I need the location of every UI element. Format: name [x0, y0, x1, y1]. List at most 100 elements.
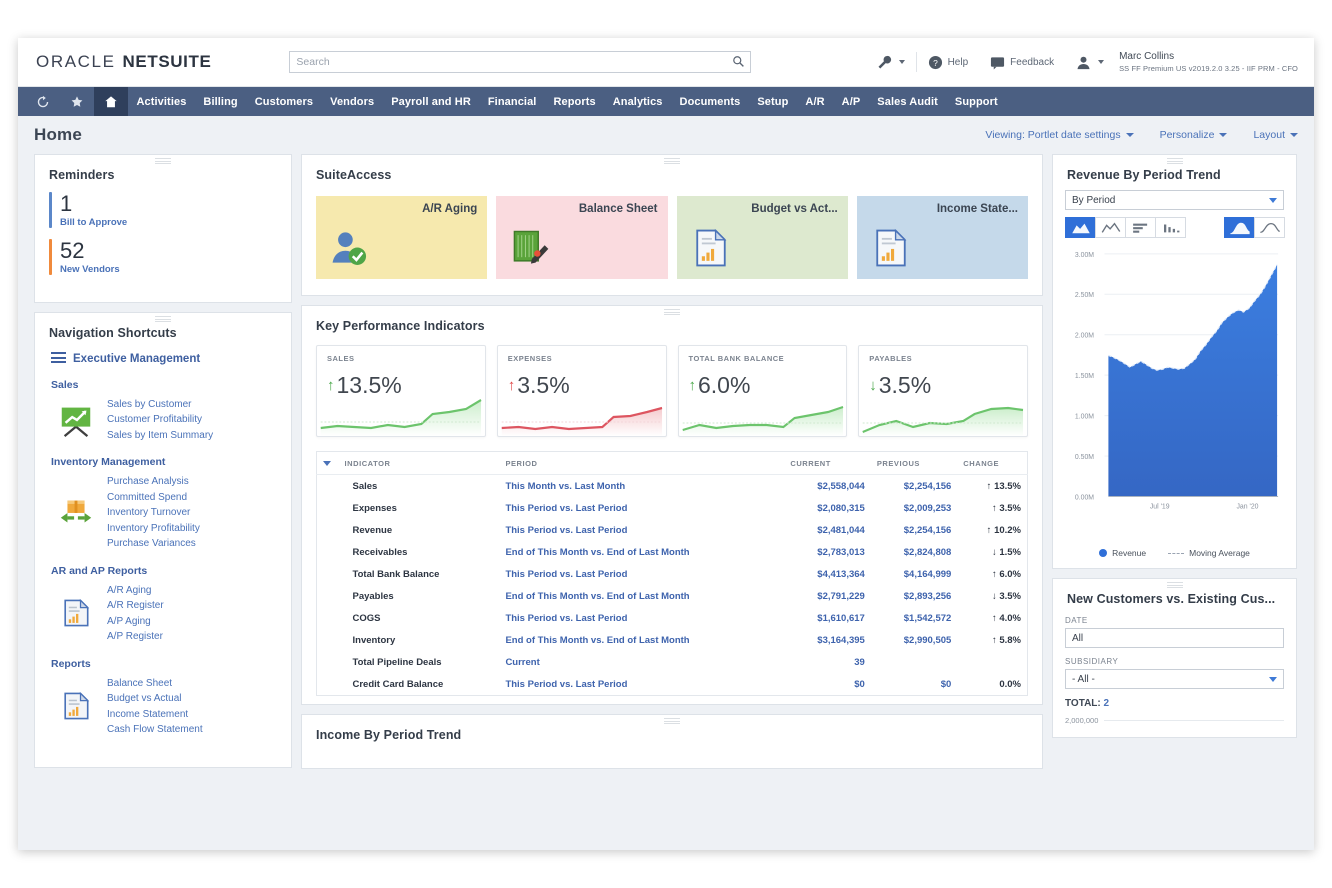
feedback-button[interactable]: Feedback — [979, 55, 1065, 70]
shortcut-link[interactable]: Balance Sheet — [107, 676, 203, 692]
layout-menu[interactable]: Layout — [1253, 129, 1298, 141]
executive-management-link[interactable]: Executive Management — [51, 352, 277, 366]
cell-period[interactable]: Current — [499, 651, 784, 673]
shortcut-link[interactable]: Cash Flow Statement — [107, 722, 203, 738]
cell-current[interactable]: 39 — [784, 651, 870, 673]
chart-type-horizontal-bar-button[interactable] — [1125, 217, 1156, 238]
cell-period[interactable]: End of This Month vs. End of Last Month — [499, 585, 784, 607]
shortcut-link[interactable]: Purchase Variances — [107, 536, 200, 552]
nav-item-documents[interactable]: Documents — [671, 87, 749, 116]
cell-period[interactable]: End of This Month vs. End of Last Month — [499, 629, 784, 651]
cell-period[interactable]: This Period vs. Last Period — [499, 563, 784, 585]
table-row[interactable]: Total Pipeline Deals Current 39 — [317, 651, 1028, 673]
quick-add-menu[interactable] — [866, 55, 916, 70]
chart-type-column-button[interactable] — [1155, 217, 1186, 238]
chart-style-outline-button[interactable] — [1254, 217, 1285, 238]
cell-current[interactable]: $2,481,044 — [784, 519, 870, 541]
column-period[interactable]: PERIOD — [499, 451, 785, 475]
user-menu[interactable] — [1065, 55, 1115, 70]
drag-handle-icon[interactable] — [1166, 582, 1183, 588]
reminder-item[interactable]: 52 New Vendors — [49, 239, 277, 276]
user-identity[interactable]: Marc Collins SS FF Premium US v2019.2.0 … — [1119, 51, 1298, 73]
shortcut-link[interactable]: Committed Spend — [107, 490, 200, 506]
nav-item-vendors[interactable]: Vendors — [322, 87, 383, 116]
table-row[interactable]: Receivables End of This Month vs. End of… — [317, 541, 1028, 563]
favorites-button[interactable] — [60, 87, 94, 116]
cell-previous[interactable]: $4,164,999 — [871, 563, 957, 585]
total-value[interactable]: 2 — [1104, 698, 1110, 709]
shortcut-link[interactable]: A/P Register — [107, 629, 164, 645]
cell-previous[interactable]: $1,542,572 — [871, 607, 957, 629]
cell-previous[interactable]: $2,254,156 — [871, 519, 957, 541]
home-button[interactable] — [94, 87, 128, 116]
shortcut-link[interactable]: A/R Register — [107, 598, 164, 614]
cell-period[interactable]: This Period vs. Last Period — [499, 673, 784, 696]
shortcut-link[interactable]: Customer Profitability — [107, 412, 213, 428]
reminder-label[interactable]: Bill to Approve — [60, 217, 127, 228]
drag-handle-icon[interactable] — [664, 158, 680, 164]
nav-item-analytics[interactable]: Analytics — [604, 87, 671, 116]
column-previous[interactable]: PREVIOUS — [870, 451, 958, 475]
subsidiary-field[interactable]: - All - — [1065, 669, 1284, 689]
nav-item-reports[interactable]: Reports — [545, 87, 604, 116]
cell-previous[interactable]: $2,893,256 — [871, 585, 957, 607]
cell-current[interactable]: $2,080,315 — [784, 497, 870, 519]
chart-type-area-button[interactable] — [1065, 217, 1096, 238]
table-row[interactable]: Sales This Month vs. Last Month $2,558,0… — [317, 475, 1028, 498]
viewing-portlet-date-settings-menu[interactable]: Viewing: Portlet date settings — [985, 129, 1134, 141]
nav-item-ar[interactable]: A/R — [797, 87, 833, 116]
nav-item-sales-audit[interactable]: Sales Audit — [869, 87, 947, 116]
legend-item-revenue[interactable]: Revenue — [1099, 548, 1146, 558]
cell-previous[interactable]: $2,009,253 — [871, 497, 957, 519]
cell-current[interactable]: $3,164,395 — [784, 629, 870, 651]
cell-current[interactable]: $0 — [784, 673, 870, 696]
cell-current[interactable]: $1,610,617 — [784, 607, 870, 629]
kpi-card-sales[interactable]: SALES ↑ 13.5% — [316, 345, 486, 437]
cell-current[interactable]: $4,413,364 — [784, 563, 870, 585]
kpi-card-payables[interactable]: PAYABLES ↓ 3.5% — [858, 345, 1028, 437]
shortcut-link[interactable]: Income Statement — [107, 707, 203, 723]
personalize-menu[interactable]: Personalize — [1160, 129, 1228, 141]
cell-previous[interactable]: $2,990,505 — [871, 629, 957, 651]
cell-period[interactable]: This Period vs. Last Period — [499, 519, 784, 541]
shortcut-link[interactable]: A/P Aging — [107, 614, 164, 630]
cell-period[interactable]: This Period vs. Last Period — [499, 607, 784, 629]
nav-item-setup[interactable]: Setup — [749, 87, 797, 116]
reminder-label[interactable]: New Vendors — [60, 264, 120, 275]
table-row[interactable]: COGS This Period vs. Last Period $1,610,… — [317, 607, 1028, 629]
cell-current[interactable]: $2,783,013 — [784, 541, 870, 563]
table-row[interactable]: Credit Card Balance This Period vs. Last… — [317, 673, 1028, 696]
cell-previous[interactable]: $2,254,156 — [871, 475, 957, 498]
table-row[interactable]: Expenses This Period vs. Last Period $2,… — [317, 497, 1028, 519]
drag-handle-icon[interactable] — [1166, 158, 1183, 164]
shortcut-link[interactable]: Purchase Analysis — [107, 474, 200, 490]
drag-handle-icon[interactable] — [155, 158, 171, 164]
nav-item-customers[interactable]: Customers — [246, 87, 321, 116]
table-row[interactable]: Payables End of This Month vs. End of La… — [317, 585, 1028, 607]
date-field[interactable]: All — [1065, 628, 1284, 648]
legend-item-moving-average[interactable]: Moving Average — [1168, 548, 1250, 558]
suiteaccess-tile-budget-vs-actual[interactable]: Budget vs Act... — [676, 196, 848, 279]
nav-item-billing[interactable]: Billing — [195, 87, 246, 116]
nav-item-payroll-and-hr[interactable]: Payroll and HR — [383, 87, 480, 116]
cell-current[interactable]: $2,791,229 — [784, 585, 870, 607]
nav-item-ap[interactable]: A/P — [833, 87, 869, 116]
shortcut-link[interactable]: Inventory Turnover — [107, 505, 200, 521]
cell-current[interactable]: $2,558,044 — [784, 475, 870, 498]
nav-item-activities[interactable]: Activities — [128, 87, 195, 116]
column-current[interactable]: CURRENT — [784, 451, 871, 475]
cell-previous[interactable]: $2,824,808 — [871, 541, 957, 563]
period-select[interactable]: By Period — [1065, 190, 1284, 210]
shortcut-link[interactable]: Inventory Profitability — [107, 521, 200, 537]
global-search[interactable] — [289, 51, 752, 73]
column-change[interactable]: CHANGE — [957, 451, 1028, 475]
shortcut-link[interactable]: A/R Aging — [107, 583, 164, 599]
cell-previous[interactable]: $0 — [871, 673, 957, 696]
sort-toggle[interactable] — [316, 451, 339, 475]
column-indicator[interactable]: INDICATOR — [338, 451, 500, 475]
cell-period[interactable]: This Month vs. Last Month — [499, 475, 784, 498]
shortcut-link[interactable]: Sales by Customer — [107, 397, 213, 413]
help-button[interactable]: ? Help — [917, 55, 980, 70]
search-input[interactable] — [289, 51, 752, 73]
table-row[interactable]: Total Bank Balance This Period vs. Last … — [317, 563, 1028, 585]
